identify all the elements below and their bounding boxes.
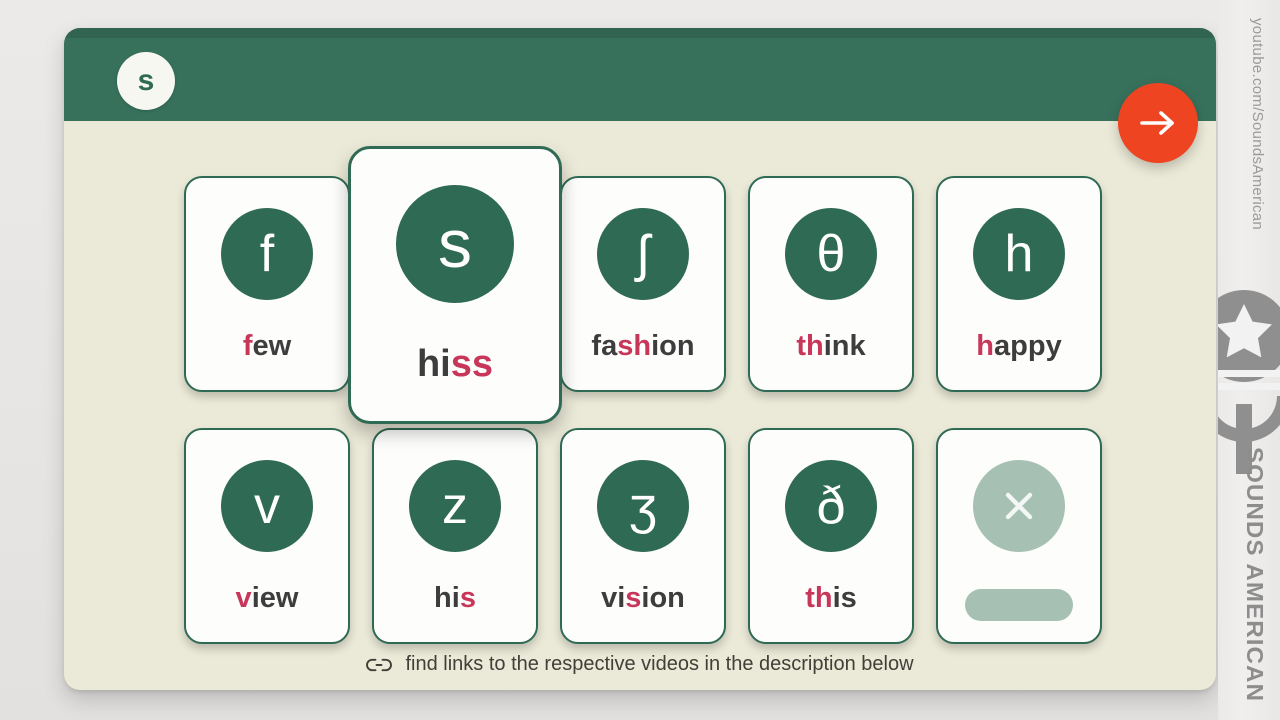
word-placeholder <box>965 589 1073 621</box>
example-word: view <box>236 584 299 613</box>
app-stage: s f few s hiss ʃ fashion θ think h happy v view z his… <box>0 0 1280 720</box>
close-icon <box>973 460 1065 552</box>
arrow-right-icon <box>1136 108 1180 138</box>
current-sound-badge: s <box>117 52 175 110</box>
phoneme-symbol: z <box>409 460 501 552</box>
next-button[interactable] <box>1118 83 1198 163</box>
example-word: his <box>434 584 476 613</box>
phoneme-symbol: ʃ <box>597 208 689 300</box>
microphone-star-logo <box>1218 284 1280 474</box>
footer-note-text: find links to the respective videos in t… <box>405 653 914 675</box>
sound-card[interactable]: ʒ vision <box>560 428 726 644</box>
word-highlight: h <box>976 330 995 362</box>
phoneme-symbol: ð <box>785 460 877 552</box>
example-word: fashion <box>591 332 694 361</box>
phoneme-symbol: ʒ <box>597 460 689 552</box>
phoneme-symbol: v <box>221 460 313 552</box>
example-word: this <box>805 584 857 613</box>
sound-card[interactable]: z his <box>372 428 538 644</box>
word-prefix: vi <box>601 582 626 614</box>
word-highlight: th <box>805 582 833 614</box>
word-highlight: th <box>796 330 824 362</box>
word-suffix: ion <box>641 582 685 614</box>
phoneme-symbol: θ <box>785 208 877 300</box>
word-prefix: hi <box>416 343 451 385</box>
footer-note: find links to the respective videos in t… <box>64 653 1216 676</box>
sound-card[interactable]: h happy <box>936 176 1102 392</box>
phoneme-symbol: f <box>221 208 313 300</box>
example-word: happy <box>976 332 1061 361</box>
phoneme-symbol: h <box>973 208 1065 300</box>
word-prefix: hi <box>434 582 460 614</box>
example-word: few <box>243 332 291 361</box>
word-highlight: v <box>235 582 252 614</box>
sound-card[interactable] <box>936 428 1102 644</box>
phoneme-symbol: s <box>396 185 514 303</box>
sound-card[interactable]: v view <box>184 428 350 644</box>
word-suffix: ew <box>252 330 292 362</box>
link-icon <box>366 656 393 674</box>
sound-card[interactable]: s hiss <box>348 146 562 424</box>
lesson-panel: s f few s hiss ʃ fashion θ think h happy v view z his… <box>64 28 1216 690</box>
example-word: think <box>796 332 865 361</box>
word-suffix: is <box>832 582 857 614</box>
word-highlight: ss <box>450 343 494 385</box>
header-top-shade <box>64 28 1216 38</box>
word-suffix: ink <box>823 330 866 362</box>
word-highlight: sh <box>617 330 652 362</box>
panel-header: s <box>64 28 1216 121</box>
channel-url: youtube.com/SoundsAmerican <box>1249 18 1266 231</box>
sound-card[interactable]: ʃ fashion <box>560 176 726 392</box>
sound-card-grid: f few s hiss ʃ fashion θ think h happy v view z his ʒ v… <box>184 146 1104 656</box>
sound-card[interactable]: θ think <box>748 176 914 392</box>
brand-wordmark: SOUNDS AMERICAN <box>1242 447 1268 703</box>
word-suffix: iew <box>251 582 299 614</box>
word-highlight: s <box>625 582 642 614</box>
example-word: hiss <box>417 345 493 383</box>
word-suffix: appy <box>994 330 1062 362</box>
word-highlight: s <box>459 582 476 614</box>
brand-rail: youtube.com/SoundsAmerican SOUNDS AMERIC… <box>1218 0 1280 720</box>
sound-card[interactable]: ð this <box>748 428 914 644</box>
example-word: vision <box>601 584 685 613</box>
word-prefix: fa <box>591 330 618 362</box>
word-suffix: ion <box>651 330 695 362</box>
sound-card[interactable]: f few <box>184 176 350 392</box>
